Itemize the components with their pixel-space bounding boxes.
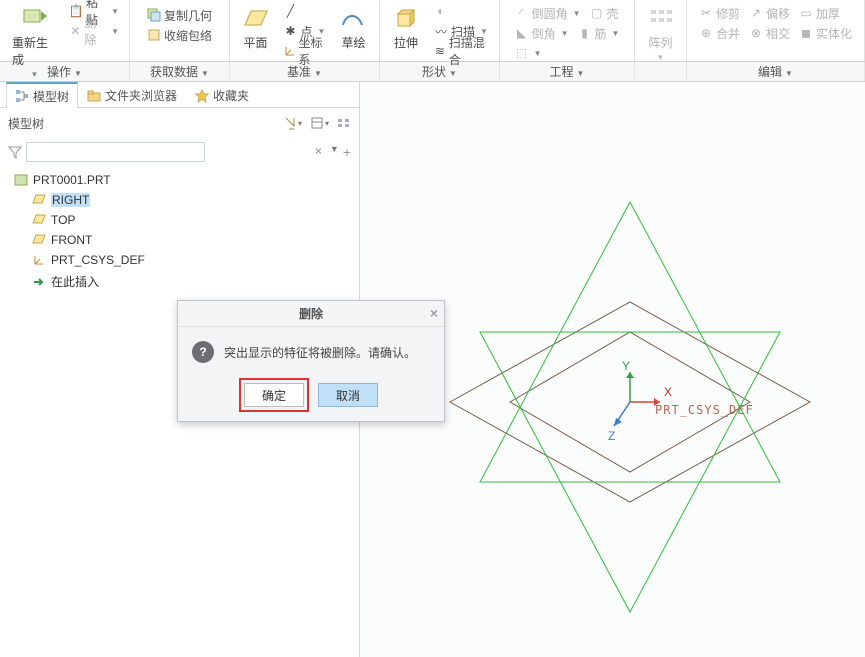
axis-x-label: X bbox=[664, 385, 672, 399]
axis-button[interactable]: ╱ bbox=[280, 2, 330, 20]
search-dropdown[interactable]: ▼ bbox=[330, 144, 339, 160]
part-icon bbox=[14, 174, 28, 186]
tree-item-front[interactable]: FRONT bbox=[4, 230, 355, 250]
ok-button[interactable]: 确定 bbox=[244, 383, 304, 407]
csys-small-icon bbox=[32, 254, 46, 266]
dialog-title-text: 删除 bbox=[299, 305, 323, 322]
delete-dialog: 删除 × ? 突出显示的特征将被删除。请确认。 确定 取消 bbox=[177, 300, 445, 422]
plane-small-icon bbox=[32, 194, 46, 206]
ribbon-group-operate: 重新生成 ▼ 📋 粘贴▼ ✕ 删除▼ bbox=[0, 0, 130, 61]
plane-small-icon bbox=[32, 214, 46, 226]
ribbon-group-engineering: ◜倒圆角▼ ▢壳 ◣倒角▼ ▮筋▼ ⬚▼ bbox=[500, 0, 635, 61]
copy-geometry-button[interactable]: 复制几何 bbox=[143, 6, 216, 24]
round-button: ◜倒圆角▼ ▢壳 bbox=[511, 4, 624, 22]
sketch-button[interactable]: 草绘 bbox=[333, 2, 373, 60]
tree-search-row: × ▼ + bbox=[0, 138, 359, 166]
csys-button[interactable]: 坐标系 bbox=[280, 42, 330, 60]
paste-icon: 📋 bbox=[69, 4, 83, 18]
regenerate-icon bbox=[20, 4, 48, 32]
tree-item-right[interactable]: RIGHT bbox=[4, 190, 355, 210]
shrinkwrap-icon bbox=[147, 28, 161, 42]
tree-icon bbox=[15, 89, 29, 103]
ribbon-toolbar: 重新生成 ▼ 📋 粘贴▼ ✕ 删除▼ 复制几何 bbox=[0, 0, 865, 62]
tree-tool-1[interactable]: ▾ bbox=[283, 116, 302, 130]
copy-geom-icon bbox=[147, 8, 161, 22]
star-icon bbox=[195, 89, 209, 103]
cancel-button[interactable]: 取消 bbox=[318, 383, 378, 407]
ribbon-group-edit: ✂修剪 ↗偏移 ▭加厚 ⊕合并 ⊗相交 ◼实体化 bbox=[687, 0, 865, 61]
point-icon: ✱ bbox=[284, 24, 298, 38]
tree-title: 模型树 bbox=[8, 115, 283, 132]
dialog-message: 突出显示的特征将被删除。请确认。 bbox=[224, 344, 416, 361]
tree-item-csys[interactable]: PRT_CSYS_DEF bbox=[4, 250, 355, 270]
clear-search-icon[interactable]: × bbox=[315, 144, 322, 158]
close-icon[interactable]: × bbox=[430, 305, 438, 321]
model-tree: PRT0001.PRT RIGHT TOP FRONT PRT_CSYS_DEF… bbox=[0, 166, 359, 297]
tree-item-top[interactable]: TOP bbox=[4, 210, 355, 230]
question-icon: ? bbox=[192, 341, 214, 363]
ribbon-group-shape: 拉伸 ◐ 〰 扫描▼ ≋ 扫描混合 bbox=[380, 0, 500, 61]
tab-favorites[interactable]: 收藏夹 bbox=[186, 82, 258, 108]
group-label-pattern bbox=[635, 62, 687, 81]
panel-tabs: 模型树 文件夹浏览器 收藏夹 bbox=[0, 82, 359, 108]
tree-tool-2[interactable]: ▾ bbox=[310, 116, 329, 130]
sketch-icon bbox=[339, 4, 367, 32]
group-label-engineering[interactable]: 工程▼ bbox=[500, 62, 635, 81]
pattern-icon bbox=[647, 4, 675, 32]
ribbon-group-datum: 平面 ╱ ✱ 点▼ 坐标系 草绘 bbox=[230, 0, 380, 61]
plane-small-icon bbox=[32, 234, 46, 246]
search-add[interactable]: + bbox=[343, 144, 351, 160]
plane-icon bbox=[242, 4, 270, 32]
group-label-edit[interactable]: 编辑▼ bbox=[687, 62, 865, 81]
csys-label: PRT_CSYS_DEF bbox=[655, 403, 754, 417]
tree-search-input[interactable] bbox=[26, 142, 205, 162]
group-label-getdata[interactable]: 获取数据▼ bbox=[130, 62, 230, 81]
group-label-shape[interactable]: 形状▼ bbox=[380, 62, 500, 81]
tree-header: 模型树 ▾ ▾ bbox=[0, 108, 359, 138]
tree-root[interactable]: PRT0001.PRT bbox=[4, 170, 355, 190]
tab-model-tree[interactable]: 模型树 bbox=[6, 82, 78, 108]
tree-tool-3[interactable] bbox=[337, 116, 351, 130]
group-label-datum[interactable]: 基准▼ bbox=[230, 62, 380, 81]
delete-button[interactable]: ✕ 删除▼ bbox=[65, 22, 123, 40]
folder-icon bbox=[87, 89, 101, 103]
extrude-icon bbox=[392, 4, 420, 32]
revolve-button[interactable]: ◐ bbox=[430, 2, 493, 20]
plane-button[interactable]: 平面 bbox=[236, 2, 276, 60]
sweep-blend-icon: ≋ bbox=[434, 44, 446, 58]
axis-z-label: Z bbox=[608, 429, 615, 443]
filter-icon[interactable] bbox=[8, 145, 22, 159]
tab-folder-browser[interactable]: 文件夹浏览器 bbox=[78, 82, 186, 108]
insert-here-icon bbox=[32, 276, 46, 288]
delete-icon: ✕ bbox=[69, 24, 82, 38]
shrinkwrap-button[interactable]: 收缩包络 bbox=[143, 26, 216, 44]
sweep-blend-button[interactable]: ≋ 扫描混合 bbox=[430, 42, 493, 60]
sweep-icon: 〰 bbox=[434, 24, 448, 38]
csys-icon bbox=[284, 44, 296, 58]
ribbon-group-labels: 操作▼ 获取数据▼ 基准▼ 形状▼ 工程▼ 编辑▼ bbox=[0, 62, 865, 82]
group-label-operate[interactable]: 操作▼ bbox=[0, 62, 130, 81]
axis-y-label: Y bbox=[622, 359, 630, 373]
ribbon-group-getdata: 复制几何 收缩包络 bbox=[130, 0, 230, 61]
dialog-titlebar[interactable]: 删除 × bbox=[178, 301, 444, 327]
ribbon-group-pattern: 阵列 ▼ bbox=[635, 0, 687, 61]
pattern-button[interactable]: 阵列 ▼ bbox=[641, 2, 681, 64]
extrude-button[interactable]: 拉伸 bbox=[386, 2, 426, 60]
chamfer-button: ◣倒角▼ ▮筋▼ bbox=[511, 24, 624, 42]
tree-item-insert[interactable]: 在此插入 bbox=[4, 270, 355, 293]
